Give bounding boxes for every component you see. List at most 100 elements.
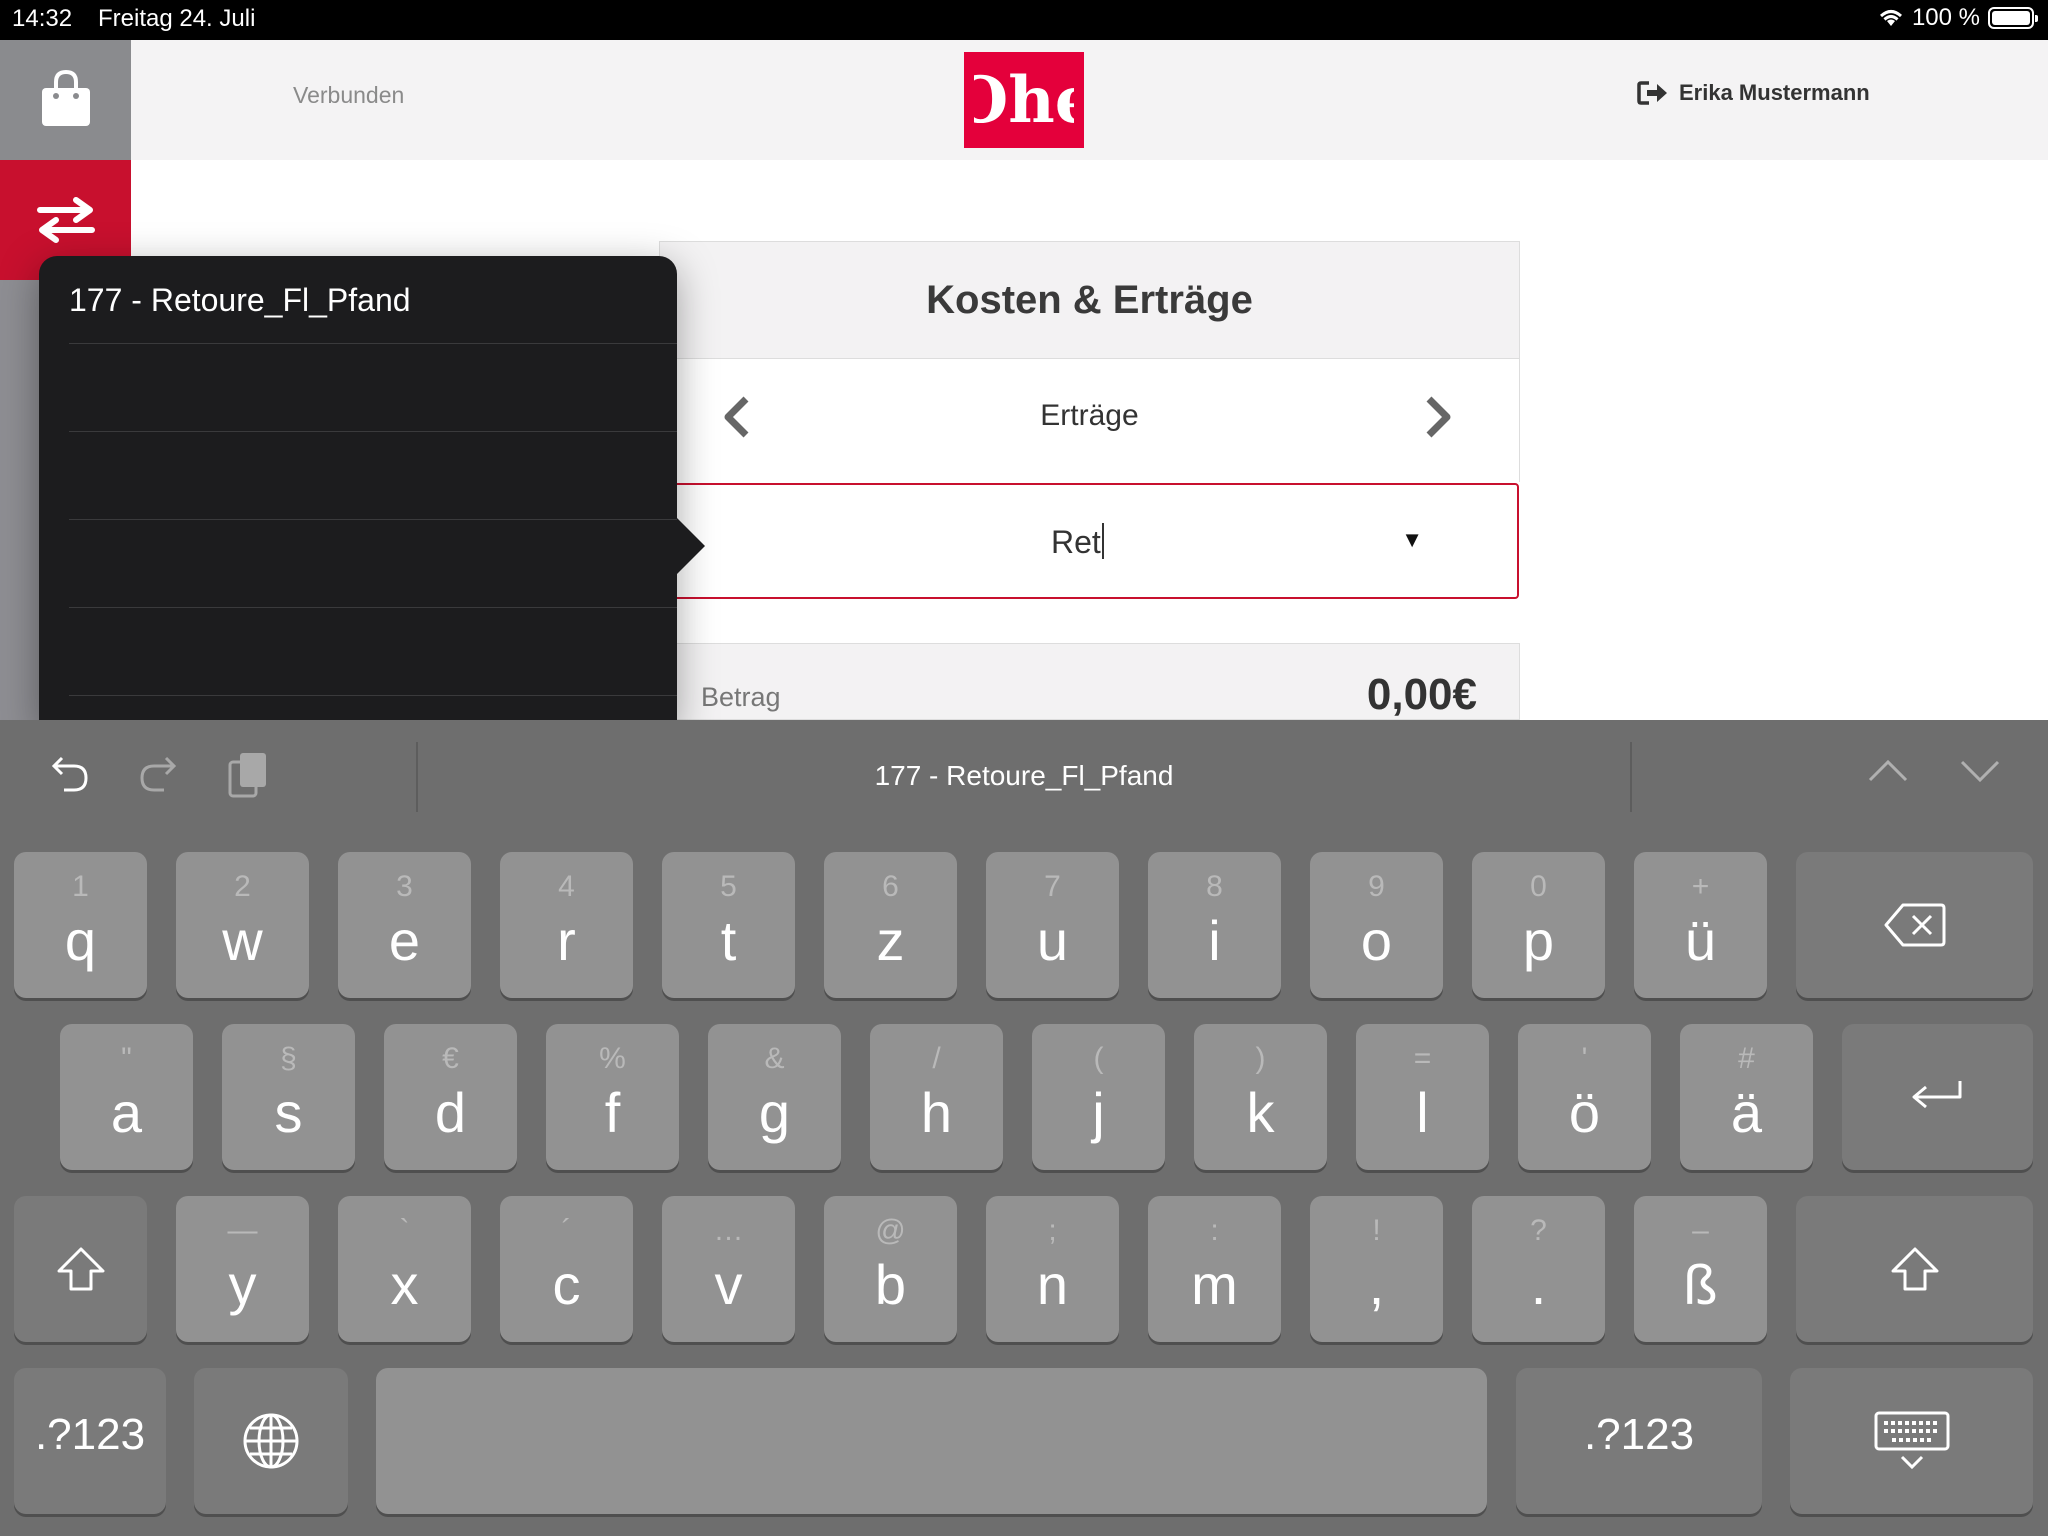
key-primary: ß [1683,1253,1718,1316]
key-secondary: 6 [882,870,899,903]
key-secondary: § [280,1042,297,1075]
key-b[interactable]: @ b [824,1196,957,1342]
key-secondary: 2 [234,870,251,903]
key-primary: o [1360,909,1393,972]
key-oe[interactable]: ' ö [1518,1024,1651,1170]
shopping-bag-icon [41,70,90,126]
key-c[interactable]: ´ c [500,1196,633,1342]
dismiss-keyboard-key[interactable] [1790,1368,2033,1514]
key-primary: n [1036,1253,1069,1316]
option-item[interactable] [69,432,677,520]
key-e[interactable]: 3e [338,852,471,998]
key-primary: l [1416,1081,1429,1144]
option-item[interactable] [69,608,677,696]
key-x[interactable]: ` x [338,1196,471,1342]
key-secondary: – [1692,1214,1709,1247]
keyboard-dismiss-icon [1874,1411,1949,1470]
key-secondary: 8 [1206,870,1223,903]
key-i[interactable]: 8i [1148,852,1281,998]
key-u[interactable]: 7u [986,852,1119,998]
key-secondary: % [599,1042,626,1075]
select-input-text: Ret [1051,523,1104,561]
account-select-input[interactable]: Ret ▼ [659,483,1519,599]
chevron-up-icon[interactable] [1866,756,1910,786]
key-sz[interactable]: – ß [1634,1196,1767,1342]
key-secondary: 5 [720,870,737,903]
key-secondary: " [121,1042,132,1075]
logout-button[interactable]: Erika Mustermann [1637,80,1870,106]
space-bar[interactable] [376,1368,1487,1514]
shift-key-left[interactable] [14,1196,147,1342]
key-w[interactable]: 2w [176,852,309,998]
select-options-popover: 177 - Retoure_Fl_Pfand [39,256,705,726]
key-primary: v [714,1253,743,1316]
wifi-icon [1879,10,1902,26]
shift-key-right[interactable] [1796,1196,2033,1342]
autocomplete-suggestion[interactable]: 177 - Retoure_Fl_Pfand [0,760,2048,792]
key-v[interactable]: … v [662,1196,795,1342]
key-secondary: 1 [72,870,89,903]
status-date: Freitag 24. Juli [98,5,256,32]
logo-mark: Ohe [974,63,1074,138]
text-cursor [1101,523,1104,559]
key-t[interactable]: 5t [662,852,795,998]
key-primary: r [557,909,576,972]
key-secondary: ´ [561,1214,572,1247]
key-k[interactable]: ) k [1194,1024,1327,1170]
onscreen-keyboard: 177 - Retoure_Fl_Pfand 1q 2w 3e 4r 5t 6z… [0,720,2048,1536]
key-ae[interactable]: # ä [1680,1024,1813,1170]
globe-icon [243,1413,299,1469]
key-r[interactable]: 4r [500,852,633,998]
key-j[interactable]: (j [1032,1024,1165,1170]
dropdown-triangle-icon[interactable]: ▼ [1401,527,1423,553]
key-f[interactable]: % f [546,1024,679,1170]
key-z[interactable]: 6z [824,852,957,998]
key-secondary: 3 [396,870,413,903]
numbers-key-left[interactable]: .?123 [14,1368,166,1514]
key-primary: g [758,1081,791,1144]
key-ue[interactable]: + ü [1634,852,1767,998]
key-y[interactable]: — y [176,1196,309,1342]
key-secondary: # [1738,1042,1755,1075]
globe-key[interactable] [194,1368,348,1514]
delete-key[interactable] [1796,852,2033,998]
numbers-key-right[interactable]: .?123 [1516,1368,1762,1514]
key-secondary: € [442,1042,459,1075]
key-d[interactable]: € d [384,1024,517,1170]
key-q[interactable]: 1q [14,852,147,998]
key-s[interactable]: § s [222,1024,355,1170]
key-period[interactable]: ?. [1472,1196,1605,1342]
key-a[interactable]: " a [60,1024,193,1170]
option-item[interactable] [69,520,677,608]
key-secondary: ` [399,1214,410,1247]
key-secondary: ; [1048,1214,1057,1247]
chevron-right-icon[interactable] [1423,395,1453,439]
key-o[interactable]: 9o [1310,852,1443,998]
key-l[interactable]: = l [1356,1024,1489,1170]
key-primary: ü [1684,909,1717,972]
delete-icon [1884,903,1945,947]
key-comma[interactable]: !, [1310,1196,1443,1342]
shift-icon [57,1247,104,1291]
key-p[interactable]: 0p [1472,852,1605,998]
key-n[interactable]: ; n [986,1196,1119,1342]
option-item[interactable]: 177 - Retoure_Fl_Pfand [69,256,677,344]
battery-icon [1988,7,2038,29]
key-primary: d [434,1081,467,1144]
return-icon [1912,1081,1961,1109]
key-h[interactable]: / h [870,1024,1003,1170]
svg-text:Ohe: Ohe [974,63,1074,138]
sidebar-item-shop[interactable] [0,40,131,160]
key-primary: e [388,909,421,972]
option-item[interactable] [69,344,677,432]
key-secondary: ' [1581,1042,1588,1075]
key-primary: i [1208,909,1221,972]
key-g[interactable]: & g [708,1024,841,1170]
return-key[interactable] [1842,1024,2033,1170]
chevron-down-icon[interactable] [1958,756,2002,786]
key-primary: p [1522,909,1555,972]
key-primary: a [110,1081,143,1144]
status-bar: 14:32 Freitag 24. Juli 100 % [0,0,2048,40]
brand-logo: Ohe [964,52,1084,148]
key-m[interactable]: :m [1148,1196,1281,1342]
